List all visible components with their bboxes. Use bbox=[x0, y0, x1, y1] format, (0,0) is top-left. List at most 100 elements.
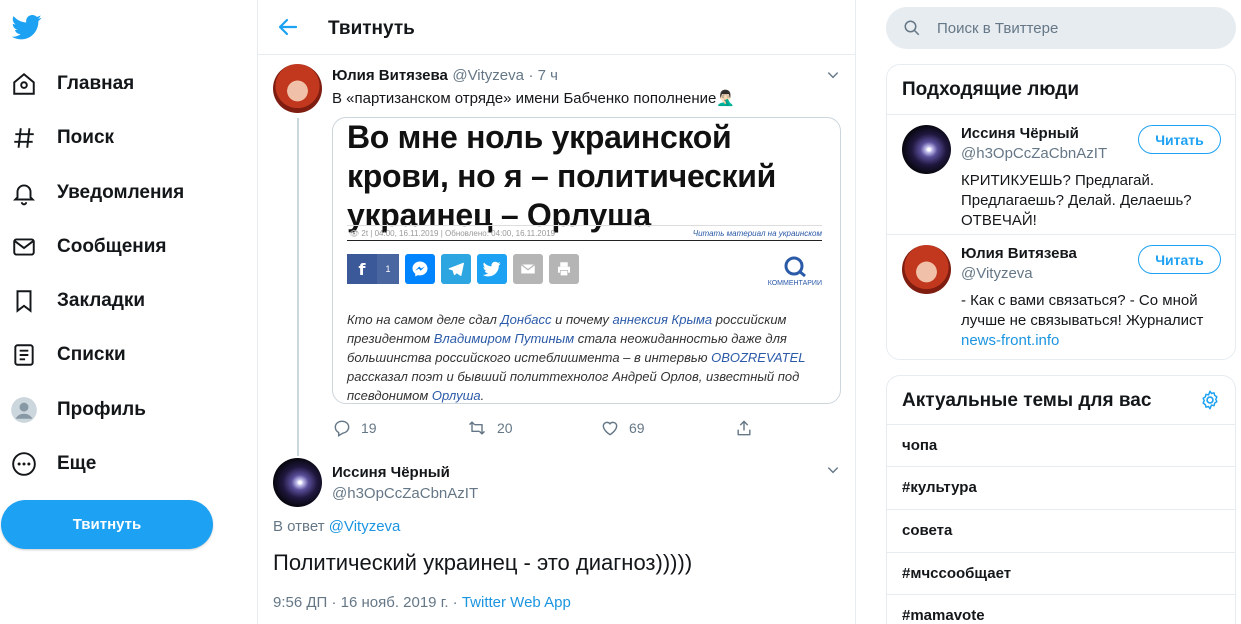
trends-panel: Актуальные темы для вас чопа #культура с… bbox=[886, 375, 1236, 624]
nav-profile-label: Профиль bbox=[57, 399, 146, 420]
heart-icon bbox=[602, 421, 618, 436]
tweet2-timestamp: 9:56 ДП · 16 нояб. 2019 г. · Twitter Web… bbox=[273, 594, 571, 611]
tweet1-time[interactable]: · 7 ч bbox=[528, 67, 558, 84]
page-title: Твитнуть bbox=[328, 18, 415, 39]
trend-label: #mamavote bbox=[902, 607, 985, 624]
tweet2-author-name[interactable]: Иссиня Чёрный bbox=[332, 464, 450, 481]
nav-notifications[interactable]: Уведомления bbox=[10, 171, 184, 215]
tweet1-header: Юлия Витязева @Vityzeva · 7 ч bbox=[332, 67, 558, 85]
suggested-user-handle[interactable]: @h3OpCcZaCbnAzIT bbox=[961, 145, 1107, 162]
card-excerpt: Кто на самом деле сдал Донбасс и почему … bbox=[347, 310, 827, 403]
share-icon bbox=[737, 420, 751, 436]
trend-item[interactable]: совета bbox=[887, 509, 1235, 552]
tweet2-author-handle[interactable]: @h3OpCcZaCbnAzIT bbox=[332, 485, 478, 502]
card-comments: КОММЕНТАРИИ bbox=[768, 256, 822, 287]
twitter-bird-icon[interactable] bbox=[12, 12, 42, 42]
tweet1-author-name[interactable]: Юлия Витязева bbox=[332, 67, 448, 84]
search-placeholder: Поиск в Твиттере bbox=[937, 20, 1059, 37]
reply-icon bbox=[334, 420, 350, 437]
back-arrow-icon[interactable] bbox=[276, 15, 300, 39]
right-sidebar: Поиск в Твиттере Подходящие люди Иссиня … bbox=[857, 0, 1241, 624]
facebook-count: 1 bbox=[377, 254, 399, 284]
main-column: Твитнуть Юлия Витязева @Vityzeva · 7 ч В… bbox=[257, 0, 856, 624]
bookmark-icon bbox=[10, 287, 38, 315]
facebook-icon: f bbox=[347, 254, 377, 284]
gear-icon[interactable] bbox=[1199, 389, 1221, 411]
chevron-down-icon[interactable] bbox=[826, 68, 840, 82]
reply-count: 19 bbox=[361, 420, 377, 436]
reply-to-handle[interactable]: @Vityzeva bbox=[329, 518, 401, 535]
telegram-icon bbox=[441, 254, 471, 284]
share-button[interactable] bbox=[734, 418, 754, 438]
tweet2-date[interactable]: 9:56 ДП · 16 нояб. 2019 г. · bbox=[273, 594, 462, 611]
card-meta-dates: 👁 2t | 04:00, 16.11.2019 | Обновлено: 04… bbox=[349, 229, 556, 238]
reply-button[interactable]: 19 bbox=[332, 418, 377, 438]
who-to-follow-item[interactable]: Иссиня Чёрный @h3OpCcZaCbnAzIT Читать КР… bbox=[887, 114, 1235, 234]
chevron-down-icon[interactable] bbox=[826, 463, 840, 477]
excerpt-text: и почему bbox=[551, 312, 613, 327]
search-input[interactable]: Поиск в Твиттере bbox=[886, 7, 1236, 49]
trend-label: чопа bbox=[902, 437, 938, 454]
suggested-user-name[interactable]: Иссиня Чёрный bbox=[961, 125, 1079, 142]
nav-notifications-label: Уведомления bbox=[57, 182, 185, 203]
nav-messages[interactable]: Сообщения bbox=[10, 225, 167, 269]
nav-lists-label: Списки bbox=[57, 344, 126, 365]
bio-text: - Как с вами связаться? - Со мной лучше … bbox=[961, 292, 1204, 329]
tweet2-text: Политический украинец - это диагноз))))) bbox=[273, 550, 693, 575]
retweet-count: 20 bbox=[497, 420, 513, 436]
print-icon bbox=[549, 254, 579, 284]
suggested-user-name[interactable]: Юлия Витязева bbox=[961, 245, 1077, 262]
nav-home-label: Главная bbox=[57, 73, 135, 94]
trend-item[interactable]: #мчссообщает bbox=[887, 552, 1235, 595]
list-icon bbox=[10, 341, 38, 369]
excerpt-link-obozrevatel: OBOZREVATEL bbox=[711, 350, 806, 365]
trend-item[interactable]: #культура bbox=[887, 466, 1235, 509]
excerpt-text: рассказал поэт и бывший политтехнолог Ан… bbox=[347, 369, 800, 403]
excerpt-link-crimea: аннексия Крыма bbox=[612, 312, 713, 327]
retweet-button[interactable]: 20 bbox=[466, 418, 513, 438]
more-icon bbox=[10, 450, 38, 478]
card-read-ukrainian: Читать материал на украинском bbox=[692, 229, 822, 238]
nav-bookmarks-label: Закладки bbox=[57, 290, 146, 311]
comments-label: КОММЕНТАРИИ bbox=[767, 280, 822, 287]
suggested-user-bio: КРИТИКУЕШЬ? Предлагай. Предлагаешь? Дела… bbox=[961, 172, 1192, 229]
hash-icon bbox=[10, 124, 38, 152]
nav-explore[interactable]: Поиск bbox=[10, 116, 114, 160]
card-meta: 👁 2t | 04:00, 16.11.2019 | Обновлено: 04… bbox=[347, 225, 822, 241]
trend-item[interactable]: чопа bbox=[887, 424, 1235, 467]
avatar[interactable] bbox=[902, 245, 951, 294]
tweet1-author-handle[interactable]: @Vityzeva bbox=[452, 67, 524, 84]
nav-bookmarks[interactable]: Закладки bbox=[10, 279, 145, 323]
avatar[interactable] bbox=[273, 458, 322, 507]
envelope-icon bbox=[10, 233, 38, 261]
nav-profile[interactable]: Профиль bbox=[10, 388, 146, 432]
like-button[interactable]: 69 bbox=[600, 418, 645, 438]
nav-home[interactable]: Главная bbox=[10, 62, 134, 106]
who-to-follow-item[interactable]: Юлия Витязева @Vityzeva Читать - Как с в… bbox=[887, 234, 1235, 359]
compose-tweet-button[interactable]: Твитнуть bbox=[1, 500, 213, 549]
card-headline: Во мне ноль украинской крови, но я – пол… bbox=[347, 119, 776, 233]
left-navigation: Главная Поиск Уведомления Сообщения Закл… bbox=[0, 0, 257, 624]
who-to-follow-panel: Подходящие люди Иссиня Чёрный @h3OpCcZaC… bbox=[886, 64, 1236, 360]
avatar[interactable] bbox=[902, 125, 951, 174]
follow-button[interactable]: Читать bbox=[1138, 245, 1221, 274]
bio-link[interactable]: news-front.info bbox=[961, 332, 1059, 349]
tweet2-source-link[interactable]: Twitter Web App bbox=[462, 594, 571, 611]
comments-icon bbox=[784, 256, 806, 278]
excerpt-link-donbass: Донбасс bbox=[500, 312, 552, 327]
like-count: 69 bbox=[629, 420, 645, 436]
search-icon bbox=[904, 20, 920, 36]
trend-label: #мчссообщает bbox=[902, 565, 1012, 582]
thread-connector-line bbox=[297, 118, 299, 456]
follow-button[interactable]: Читать bbox=[1138, 125, 1221, 154]
suggested-user-handle[interactable]: @Vityzeva bbox=[961, 265, 1033, 282]
nav-more[interactable]: Еще bbox=[10, 442, 96, 486]
nav-lists[interactable]: Списки bbox=[10, 333, 126, 377]
messenger-icon bbox=[405, 254, 435, 284]
link-preview-card[interactable]: Во мне ноль украинской крови, но я – пол… bbox=[332, 117, 841, 404]
home-icon bbox=[10, 70, 38, 98]
bell-icon bbox=[10, 179, 38, 207]
trend-item[interactable]: #mamavote bbox=[887, 594, 1235, 624]
reply-prefix: В ответ bbox=[273, 518, 325, 535]
avatar[interactable] bbox=[273, 64, 322, 113]
